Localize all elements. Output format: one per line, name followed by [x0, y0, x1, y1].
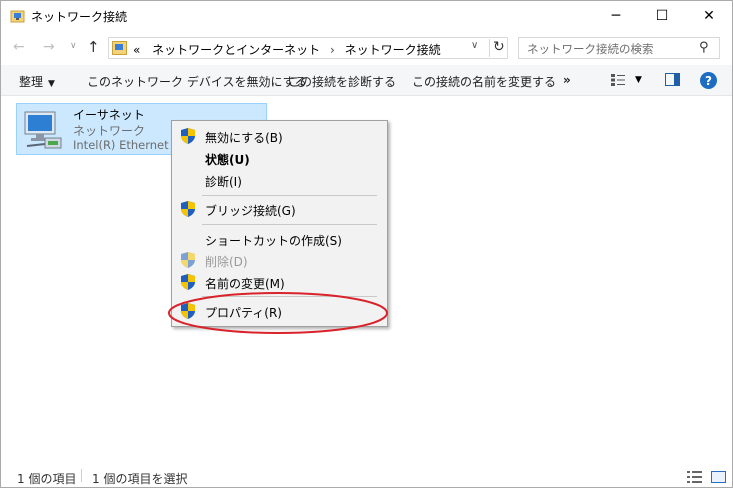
view-options-chevron-icon[interactable]: ▼	[635, 75, 642, 85]
uac-shield-icon	[181, 252, 195, 268]
menu-item-status[interactable]: 状態(U)	[172, 147, 387, 169]
minimize-icon: ─	[611, 8, 621, 24]
refresh-icon[interactable]: ↻	[489, 39, 507, 57]
preview-pane-icon[interactable]	[665, 73, 680, 86]
search-placeholder: ネットワーク接続の検索	[527, 42, 654, 56]
command-bar: 整理 ▼ このネットワーク デバイスを無効にする この接続を診断する この接続の名…	[1, 65, 732, 96]
network-connections-window: ネットワーク接続 ─ ☐ ✕ ← → ∨ ↑ « ネットワークとインターネット …	[0, 0, 733, 488]
diagnose-connection-button[interactable]: この接続を診断する	[288, 73, 396, 90]
selected-count: 1 個の項目を選択	[92, 472, 188, 486]
maximize-icon: ☐	[655, 8, 669, 24]
navigation-bar: ← → ∨ ↑ « ネットワークとインターネット › ネットワーク接続 ∨ ↻ …	[1, 31, 732, 65]
menu-label-disable: 無効にする(B)	[205, 131, 283, 145]
control-panel-icon	[112, 41, 127, 55]
window-title: ネットワーク接続	[31, 10, 128, 24]
menu-label-diagnose: 診断(I)	[205, 175, 242, 189]
menu-item-disable[interactable]: 無効にする(B)	[172, 125, 387, 147]
help-icon[interactable]: ?	[700, 72, 717, 89]
item-count: 1 個の項目	[17, 472, 77, 486]
status-divider	[81, 469, 82, 482]
back-button[interactable]: ←	[13, 39, 25, 55]
minimize-button[interactable]: ─	[593, 1, 639, 31]
breadcrumb-network-internet[interactable]: ネットワークとインターネット	[152, 43, 320, 57]
breadcrumb: « ネットワークとインターネット › ネットワーク接続	[133, 41, 441, 58]
chevron-down-icon: ▼	[48, 79, 55, 89]
address-bar[interactable]: « ネットワークとインターネット › ネットワーク接続 ∨ ↻	[108, 37, 508, 59]
breadcrumb-network-connections[interactable]: ネットワーク接続	[345, 43, 441, 57]
menu-label-status: 状態(U)	[205, 153, 250, 167]
connection-device: Intel(R) Ethernet C	[73, 138, 181, 152]
menu-label-delete: 削除(D)	[205, 255, 248, 269]
menu-item-diagnose[interactable]: 診断(I)	[172, 169, 387, 191]
breadcrumb-separator[interactable]: ›	[330, 43, 335, 57]
details-view-icon[interactable]	[687, 471, 702, 483]
search-icon[interactable]: ⚲	[699, 40, 709, 55]
address-dropdown-icon[interactable]: ∨	[471, 40, 485, 51]
connection-status: ネットワーク	[73, 124, 146, 138]
close-button[interactable]: ✕	[686, 1, 732, 31]
menu-item-bridge[interactable]: ブリッジ接続(G)	[172, 198, 387, 220]
breadcrumb-overflow[interactable]: «	[133, 43, 140, 57]
maximize-button[interactable]: ☐	[639, 1, 685, 31]
organize-label: 整理	[19, 75, 44, 89]
highlight-annotation	[168, 292, 388, 334]
network-folder-icon	[10, 10, 25, 23]
menu-separator	[202, 224, 377, 225]
title-bar: ネットワーク接続 ─ ☐ ✕	[1, 1, 732, 31]
menu-item-shortcut[interactable]: ショートカットの作成(S)	[172, 228, 387, 250]
search-input[interactable]: ネットワーク接続の検索 ⚲	[518, 37, 720, 59]
organize-button[interactable]: 整理 ▼	[19, 73, 55, 90]
uac-shield-icon	[181, 201, 195, 217]
change-view-icon[interactable]	[611, 74, 625, 86]
menu-label-bridge: ブリッジ接続(G)	[205, 204, 296, 218]
menu-separator	[202, 195, 377, 196]
status-bar: 1 個の項目 1 個の項目を選択	[1, 463, 732, 488]
menu-label-shortcut: ショートカットの作成(S)	[205, 234, 342, 248]
tiles-view-icon[interactable]	[711, 471, 726, 483]
uac-shield-icon	[181, 274, 195, 290]
recent-locations-button[interactable]: ∨	[70, 41, 77, 51]
rename-connection-button[interactable]: この接続の名前を変更する	[412, 73, 556, 90]
more-commands-button[interactable]: »	[563, 73, 571, 87]
forward-button[interactable]: →	[43, 39, 55, 55]
menu-item-delete[interactable]: 削除(D)	[172, 249, 387, 271]
uac-shield-icon	[181, 128, 195, 144]
connection-name: イーサネット	[73, 108, 145, 122]
up-button[interactable]: ↑	[87, 38, 100, 56]
ethernet-adapter-icon	[24, 111, 62, 149]
disable-device-button[interactable]: このネットワーク デバイスを無効にする	[87, 73, 307, 90]
close-icon: ✕	[703, 8, 715, 24]
